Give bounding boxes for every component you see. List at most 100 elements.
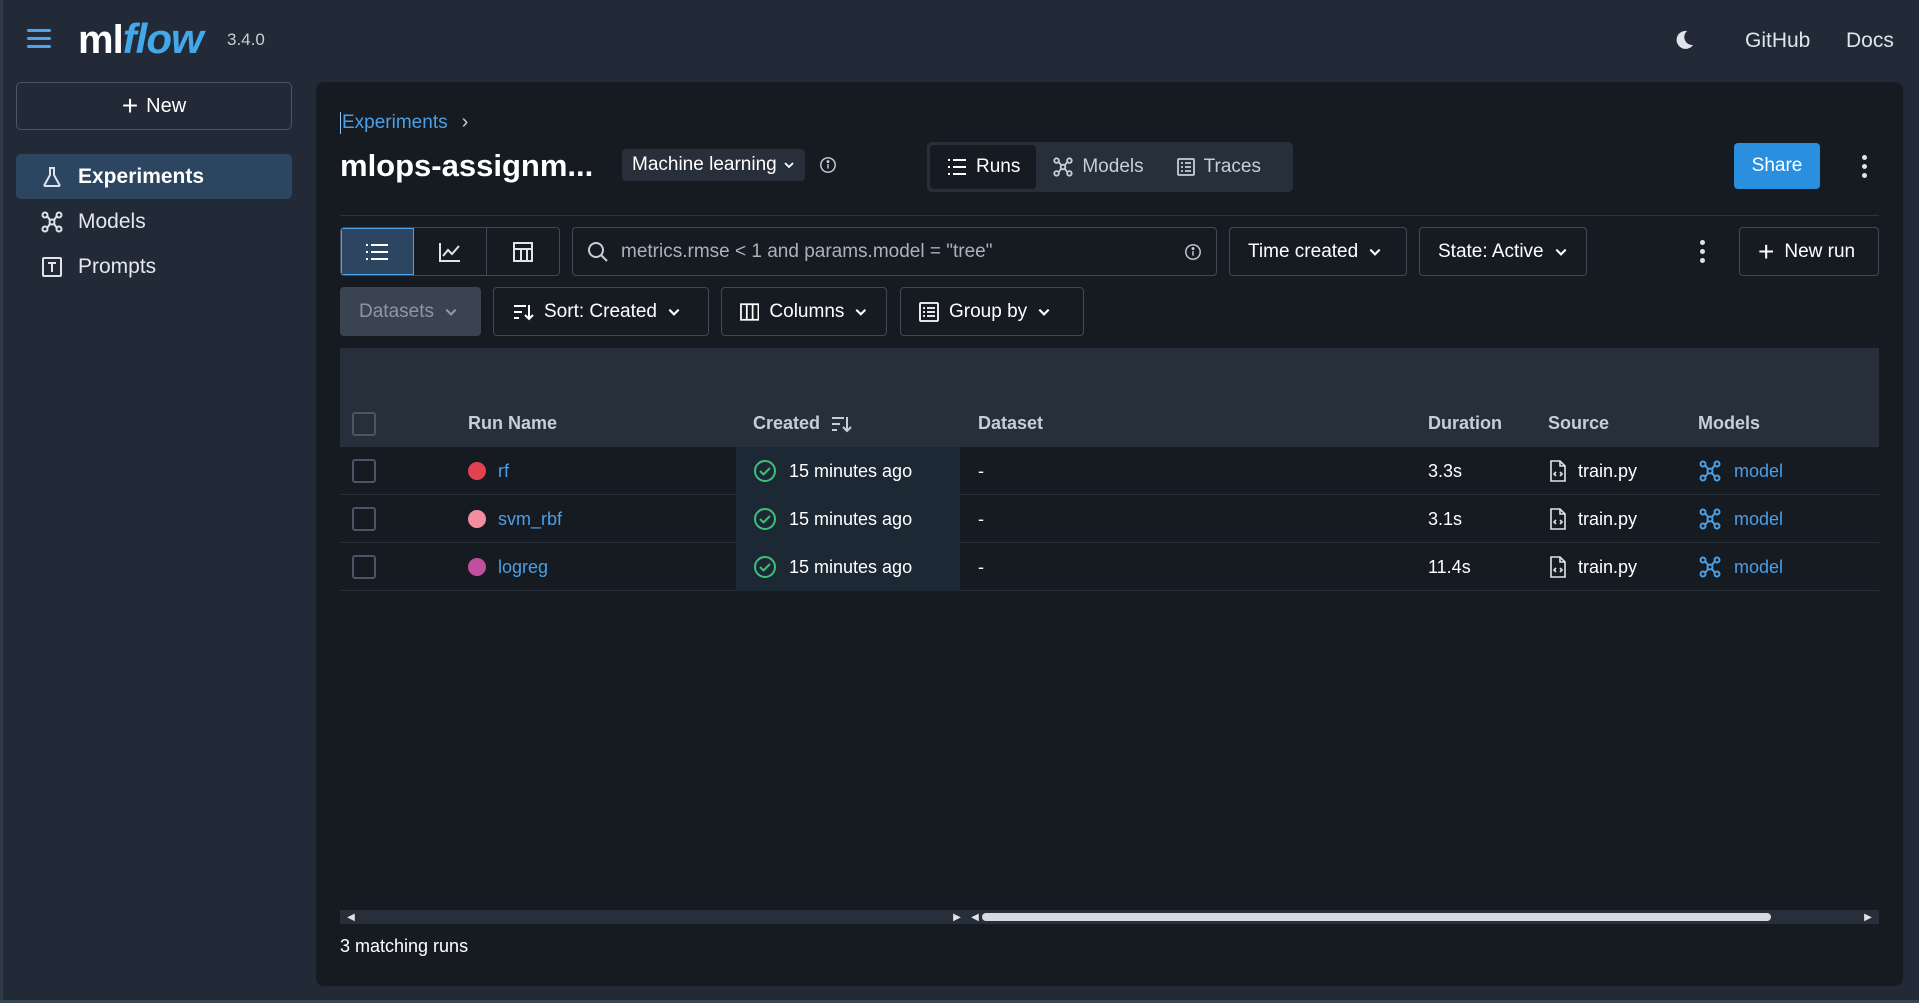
- columns-dropdown[interactable]: Columns: [721, 287, 887, 336]
- sidebar-item-prompts[interactable]: Prompts: [16, 244, 292, 289]
- new-button[interactable]: + New: [16, 82, 292, 130]
- dataset-cell: -: [978, 556, 984, 577]
- info-icon[interactable]: [819, 156, 837, 174]
- view-tabs: Runs Models Traces: [927, 142, 1293, 192]
- list-icon: [948, 159, 966, 175]
- column-header-label: Source: [1548, 413, 1610, 433]
- breadcrumb-experiments-link[interactable]: Experiments: [340, 111, 448, 134]
- sort-descending-icon[interactable]: [830, 414, 852, 434]
- column-header-created[interactable]: Created: [753, 413, 852, 434]
- version-label: 3.4.0: [227, 30, 265, 49]
- table-row[interactable]: logreg 15 minutes ago - 11.4s train.py m…: [340, 543, 1879, 591]
- search-icon: [588, 241, 608, 262]
- models-cell[interactable]: model: [1698, 447, 1783, 495]
- time-created-dropdown[interactable]: Time created: [1229, 227, 1407, 276]
- model-link[interactable]: model: [1734, 461, 1783, 482]
- tab-traces[interactable]: Traces: [1160, 145, 1277, 189]
- chevron-down-icon: [784, 162, 794, 169]
- row-checkbox[interactable]: [352, 555, 376, 579]
- run-name-link[interactable]: svm_rbf: [498, 509, 562, 530]
- model-link[interactable]: model: [1734, 557, 1783, 578]
- check-circle-icon: [754, 508, 776, 530]
- run-color-dot[interactable]: [468, 462, 486, 480]
- info-icon[interactable]: [1184, 243, 1202, 261]
- source-value: train.py: [1578, 460, 1638, 481]
- artifact-view-button[interactable]: [487, 228, 559, 275]
- group-icon: [919, 301, 939, 322]
- column-header-run-name[interactable]: Run Name: [468, 413, 557, 434]
- run-color-dot[interactable]: [468, 510, 486, 528]
- group-by-dropdown[interactable]: Group by: [900, 287, 1084, 336]
- pinned-columns-scrollbar[interactable]: ◀ ▶: [340, 910, 968, 924]
- column-header-label: Created: [753, 413, 821, 433]
- models-icon: [1053, 157, 1073, 177]
- column-header-duration[interactable]: Duration: [1428, 413, 1502, 434]
- list-icon: [366, 243, 388, 260]
- column-header-source[interactable]: Source: [1548, 413, 1609, 434]
- table-row[interactable]: svm_rbf 15 minutes ago - 3.1s train.py m…: [340, 495, 1879, 543]
- table-header: Run Name Created Dataset Duration Source…: [340, 348, 1879, 447]
- created-cell: 15 minutes ago: [753, 543, 912, 591]
- scroll-right-icon[interactable]: ▶: [1861, 910, 1875, 924]
- columns-icon: [740, 302, 760, 321]
- dropdown-label: Datasets: [359, 300, 434, 322]
- chevron-down-icon: [1555, 248, 1567, 256]
- chart-view-button[interactable]: [414, 228, 487, 275]
- dropdown-label: State: Active: [1438, 240, 1544, 262]
- table-view-button[interactable]: [341, 228, 414, 275]
- sidebar-item-models[interactable]: Models: [16, 199, 292, 244]
- run-color-dot[interactable]: [468, 558, 486, 576]
- table-row[interactable]: rf 15 minutes ago - 3.3s train.py model: [340, 447, 1879, 495]
- chevron-down-icon: [668, 308, 680, 316]
- tab-runs[interactable]: Runs: [930, 145, 1037, 189]
- toolbar-more-icon[interactable]: [1692, 236, 1712, 266]
- line-chart-icon: [439, 242, 460, 262]
- column-header-models[interactable]: Models: [1698, 413, 1760, 434]
- search-input[interactable]: [621, 240, 1172, 263]
- scroll-left-icon[interactable]: ◀: [344, 910, 358, 924]
- models-cell[interactable]: model: [1698, 495, 1783, 543]
- more-options-icon[interactable]: [1854, 151, 1874, 181]
- moon-icon[interactable]: [1672, 28, 1696, 52]
- view-mode-switch: [340, 227, 560, 276]
- scroll-left-icon[interactable]: ◀: [968, 910, 982, 924]
- sidebar-item-label: Prompts: [78, 254, 157, 278]
- github-link[interactable]: GitHub: [1745, 29, 1810, 53]
- experiment-tag-dropdown[interactable]: Machine learning: [622, 149, 805, 181]
- source-cell[interactable]: train.py: [1548, 447, 1637, 495]
- scrollbar-thumb[interactable]: [982, 913, 1771, 921]
- sidebar-item-experiments[interactable]: Experiments: [16, 154, 292, 199]
- row-checkbox[interactable]: [352, 507, 376, 531]
- run-name-link[interactable]: rf: [498, 461, 509, 482]
- tab-models[interactable]: Models: [1036, 145, 1159, 189]
- table-horizontal-scrollbar[interactable]: ◀ ▶: [968, 910, 1879, 924]
- page-title: mlops-assignm...: [340, 148, 594, 183]
- state-filter-dropdown[interactable]: State: Active: [1419, 227, 1587, 276]
- models-icon: [41, 211, 63, 232]
- model-link[interactable]: model: [1734, 509, 1783, 530]
- tab-label: Models: [1082, 156, 1144, 177]
- share-button[interactable]: Share: [1734, 143, 1820, 189]
- row-checkbox[interactable]: [352, 459, 376, 483]
- code-file-icon: [1550, 508, 1566, 530]
- matching-runs-count: 3 matching runs: [340, 936, 469, 956]
- source-cell[interactable]: train.py: [1548, 495, 1637, 543]
- mlflow-logo[interactable]: ml flow: [78, 14, 204, 64]
- run-name-link[interactable]: logreg: [498, 557, 548, 578]
- models-cell[interactable]: model: [1698, 543, 1783, 591]
- new-run-button[interactable]: + New run: [1739, 227, 1879, 276]
- source-cell[interactable]: train.py: [1548, 543, 1637, 591]
- datasets-dropdown[interactable]: Datasets: [340, 287, 481, 336]
- select-all-checkbox[interactable]: [352, 412, 376, 436]
- column-header-label: Run Name: [468, 413, 558, 433]
- scroll-right-icon[interactable]: ▶: [950, 910, 964, 924]
- column-header-dataset[interactable]: Dataset: [978, 413, 1043, 434]
- traces-icon: [1176, 158, 1195, 176]
- docs-link[interactable]: Docs: [1846, 29, 1894, 53]
- models-icon: [1699, 460, 1721, 482]
- sort-dropdown[interactable]: Sort: Created: [493, 287, 709, 336]
- menu-icon[interactable]: [27, 29, 51, 53]
- prompt-icon: [42, 256, 62, 277]
- created-cell: 15 minutes ago: [753, 447, 912, 495]
- logo-flow-text: flow: [122, 15, 204, 62]
